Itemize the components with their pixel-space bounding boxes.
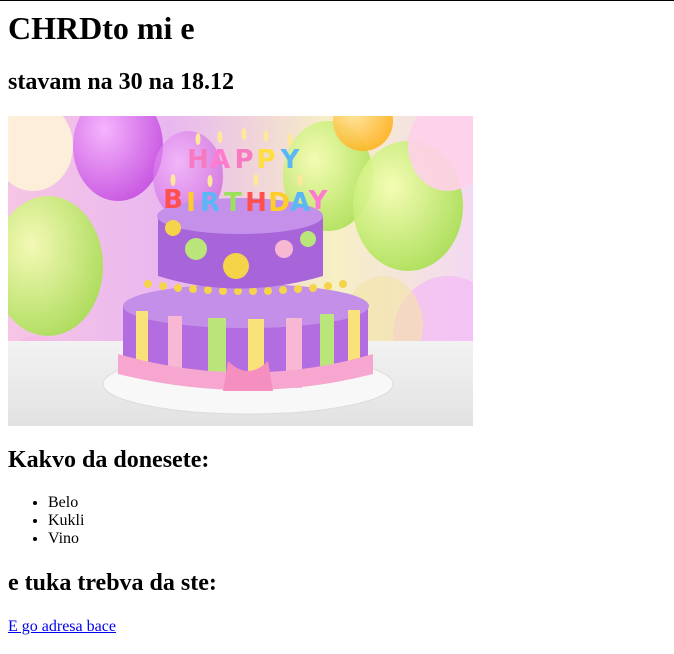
page-subtitle: stavam na 30 na 18.12 (8, 69, 235, 95)
bring-heading: Kakvo da donesete: (8, 447, 210, 473)
svg-text:A: A (290, 188, 310, 218)
svg-text:T: T (224, 188, 242, 218)
svg-text:H: H (187, 145, 209, 175)
svg-text:Y: Y (308, 186, 329, 216)
svg-text:R: R (200, 188, 220, 218)
birthday-cake-image: H A P P Y B I R T H D A Y (8, 116, 473, 426)
svg-text:P: P (234, 145, 253, 175)
bring-list: Belo Kukli Vino (8, 494, 666, 548)
svg-text:Y: Y (280, 145, 301, 175)
svg-text:I: I (186, 188, 196, 218)
list-item: Vino (48, 530, 666, 548)
address-link[interactable]: E go adresa bace (8, 618, 116, 636)
page-title: CHRDto mi e (8, 10, 195, 46)
place-heading: e tuka trebva da ste: (8, 570, 217, 596)
svg-text:A: A (210, 145, 230, 175)
svg-text:B: B (163, 185, 183, 215)
list-item: Belo (48, 494, 666, 512)
svg-text:D: D (268, 188, 290, 218)
svg-text:H: H (245, 188, 267, 218)
svg-text:P: P (256, 145, 275, 175)
list-item: Kukli (48, 512, 666, 530)
